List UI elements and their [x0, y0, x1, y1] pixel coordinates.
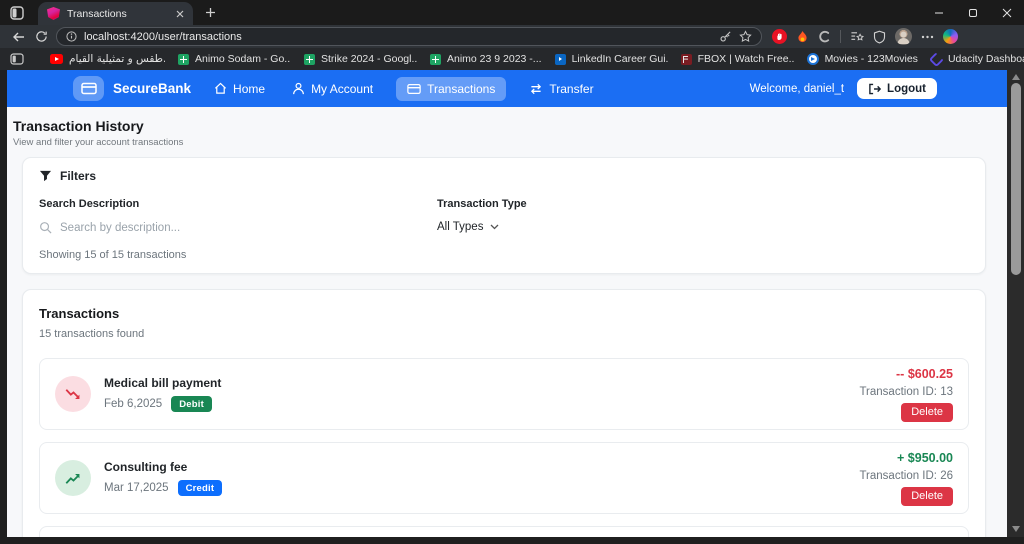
app-navbar: SecureBank Home My Account Transactions …: [7, 70, 1007, 107]
transaction-row: Medical bill payment Feb 6,2025 Debit --…: [39, 358, 969, 430]
profile-avatar[interactable]: [895, 28, 912, 45]
sheets-icon: [178, 53, 189, 65]
card-icon: [407, 83, 421, 94]
linkedin-icon: [554, 53, 566, 65]
movies-icon: [806, 53, 819, 65]
close-window-button[interactable]: [990, 0, 1024, 25]
trend-down-icon: [55, 376, 91, 412]
add-favorite-star-icon[interactable]: [739, 30, 752, 43]
transaction-description: Consulting fee: [104, 460, 188, 474]
transaction-row: Consulting fee Mar 17,2025 Credit + $950…: [39, 442, 969, 514]
type-badge: Credit: [177, 480, 223, 496]
nav-item-my-account[interactable]: My Account: [288, 77, 377, 101]
password-key-icon[interactable]: [719, 30, 732, 43]
browser-toolbar: localhost:4200/user/transactions: [0, 25, 1024, 48]
transaction-type-label: Transaction Type: [437, 198, 527, 210]
adblock-extension-icon[interactable]: [772, 29, 787, 44]
welcome-text: Welcome, daniel_t: [749, 82, 845, 95]
page-viewport: SecureBank Home My Account Transactions …: [7, 70, 1007, 537]
bookmark-item[interactable]: Animo Sodam - Go...: [178, 53, 291, 65]
home-icon: [215, 82, 227, 94]
filters-card: Filters Search Description Transaction T…: [22, 157, 986, 274]
chevron-down-icon: [490, 224, 499, 230]
minimize-button[interactable]: [922, 0, 956, 25]
bookmark-item[interactable]: LinkedIn Career Gui...: [554, 53, 668, 65]
bookmarks-bar: طقس و تمثيلية القيام... Animo Sodam - Go…: [0, 48, 1024, 70]
bookmark-item[interactable]: FBOX | Watch Free...: [680, 53, 794, 65]
copilot-icon[interactable]: [943, 29, 958, 44]
bookmark-item[interactable]: طقس و تمثيلية القيام...: [50, 53, 165, 65]
toolbar-extensions: [772, 28, 958, 45]
transactions-card: Transactions 15 transactions found Medic…: [22, 289, 986, 537]
maximize-button[interactable]: [956, 0, 990, 25]
more-menu-icon[interactable]: [921, 35, 934, 39]
brand[interactable]: SecureBank: [73, 76, 191, 101]
search-icon: [40, 222, 52, 234]
type-badge: Debit: [171, 396, 212, 412]
transaction-date: Feb 6,2025: [104, 398, 163, 410]
vertical-scrollbar[interactable]: [1007, 70, 1024, 537]
favorites-icon[interactable]: [850, 30, 864, 43]
filter-funnel-icon: [39, 170, 52, 182]
transaction-description: Medical bill payment: [104, 376, 222, 390]
nav-item-transfer[interactable]: Transfer: [525, 77, 597, 101]
results-summary: Showing 15 of 15 transactions: [39, 249, 187, 261]
scroll-up-arrow[interactable]: [1011, 74, 1020, 80]
transaction-amount: -- $600.25: [896, 366, 953, 381]
workspaces-icon[interactable]: [9, 5, 25, 21]
transaction-row: -- $5.00: [39, 526, 969, 537]
logout-icon: [869, 83, 882, 94]
url-text: localhost:4200/user/transactions: [84, 30, 242, 43]
new-tab-button[interactable]: [205, 7, 216, 18]
trend-up-icon: [55, 460, 91, 496]
bookmark-item[interactable]: Strike 2024 - Googl...: [304, 53, 417, 65]
refresh-button[interactable]: [30, 27, 52, 47]
sheets-icon: [430, 53, 441, 65]
bookmark-item[interactable]: Udacity Dashboard: [928, 51, 1024, 67]
window-controls: [922, 0, 1024, 25]
bank-logo-icon: [73, 76, 104, 101]
delete-button[interactable]: Delete: [901, 402, 953, 422]
sheets-icon: [304, 53, 315, 65]
tab-title: Transactions: [67, 7, 127, 20]
transaction-amount: + $950.00: [897, 450, 953, 465]
browser-tab[interactable]: Transactions: [38, 2, 193, 25]
site-info-icon[interactable]: [66, 31, 77, 42]
search-label: Search Description: [39, 198, 140, 210]
back-button[interactable]: [8, 27, 30, 47]
browser-tab-strip: Transactions: [0, 0, 1024, 25]
scrollbar-thumb[interactable]: [1010, 83, 1021, 275]
fbox-icon: [680, 53, 692, 65]
transfer-arrows-icon: [531, 83, 542, 94]
youtube-icon: [50, 54, 63, 64]
bookmark-item[interactable]: Movies - 123Movies: [806, 53, 918, 65]
brand-name: SecureBank: [113, 81, 192, 96]
transactions-header: Transactions: [39, 306, 120, 321]
transactions-count: 15 transactions found: [39, 328, 145, 340]
delete-button[interactable]: Delete: [901, 486, 953, 506]
nav-item-transactions[interactable]: Transactions: [396, 76, 507, 101]
address-bar[interactable]: localhost:4200/user/transactions: [56, 27, 762, 46]
search-input[interactable]: [60, 221, 390, 234]
transaction-type-select[interactable]: All Types: [437, 221, 499, 233]
sidebar-layout-icon[interactable]: [10, 53, 24, 65]
user-icon: [293, 82, 304, 95]
filters-header: Filters: [60, 169, 97, 183]
nav-item-home[interactable]: Home: [210, 77, 269, 101]
site-favicon: [47, 7, 60, 20]
shield-icon[interactable]: [873, 30, 886, 44]
transaction-id: Transaction ID: 13: [859, 385, 953, 398]
flame-extension-icon[interactable]: [796, 30, 809, 44]
tab-close-icon[interactable]: [176, 10, 184, 18]
transaction-id: Transaction ID: 26: [859, 469, 953, 482]
udacity-icon: [928, 51, 945, 67]
scroll-down-arrow[interactable]: [1011, 526, 1020, 532]
toolbar-separator: [840, 30, 841, 43]
page-subtitle: View and filter your account transaction…: [13, 137, 184, 148]
logout-button[interactable]: Logout: [857, 78, 937, 99]
transaction-date: Mar 17,2025: [104, 482, 169, 494]
curve-extension-icon[interactable]: [818, 30, 831, 43]
page-title: Transaction History: [13, 118, 144, 134]
bookmark-item[interactable]: Animo 23 9 2023 -...: [430, 53, 542, 65]
